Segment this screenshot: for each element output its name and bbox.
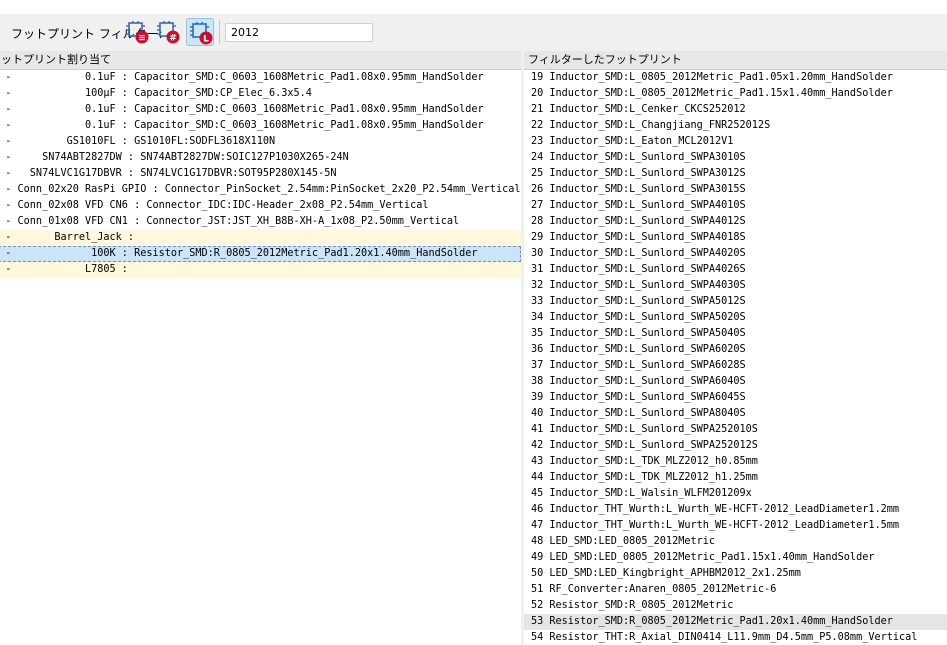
footprint-row[interactable]: 35 Inductor_SMD:L_Sunlord_SWPA5040S	[524, 326, 947, 342]
assignment-row[interactable]: 3 - 0.1uF : Capacitor_SMD:C_0603_1608Met…	[0, 102, 521, 118]
assignment-row[interactable]: 2 - Conn_02x08 VFD CN6 : Connector_IDC:I…	[0, 198, 521, 214]
footprint-row[interactable]: 43 Inductor_SMD:L_TDK_MLZ2012_h0.85mm	[524, 454, 947, 470]
footprint-row[interactable]: 42 Inductor_SMD:L_Sunlord_SWPA252012S	[524, 438, 947, 454]
footprint-row[interactable]: 46 Inductor_THT_Wurth:L_Wurth_WE-HCFT-20…	[524, 502, 947, 518]
filter-by-pin-count-button[interactable]: #	[154, 18, 182, 46]
footprint-row[interactable]: 19 Inductor_SMD:L_0805_2012Metric_Pad1.0…	[524, 70, 947, 86]
assignment-row[interactable]: 4 - Barrel_Jack :	[0, 230, 521, 246]
footprint-row[interactable]: 29 Inductor_SMD:L_Sunlord_SWPA4018S	[524, 230, 947, 246]
footprint-row[interactable]: 47 Inductor_THT_Wurth:L_Wurth_WE-HCFT-20…	[524, 518, 947, 534]
footprint-row[interactable]: 30 Inductor_SMD:L_Sunlord_SWPA4020S	[524, 246, 947, 262]
filtered-footprint-list-header: フィルターしたフットプリント	[524, 51, 947, 70]
footprint-row[interactable]: 37 Inductor_SMD:L_Sunlord_SWPA6028S	[524, 358, 947, 374]
footprint-pincount-icon: #	[157, 21, 180, 44]
footprint-row[interactable]: 24 Inductor_SMD:L_Sunlord_SWPA3010S	[524, 150, 947, 166]
footprint-row[interactable]: 36 Inductor_SMD:L_Sunlord_SWPA6020S	[524, 342, 947, 358]
footprint-row[interactable]: 54 Resistor_THT:R_Axial_DIN0414_L11.9mm_…	[524, 630, 947, 645]
svg-text:≡: ≡	[138, 34, 146, 44]
footprint-library-icon: L	[190, 22, 213, 45]
assignment-row[interactable]: 1 - Conn_02x20 RasPi GPIO : Connector_Pi…	[0, 182, 521, 198]
svg-text:#: #	[169, 34, 177, 44]
assignment-row[interactable]: 1 - L7805 :	[0, 262, 521, 278]
footprint-row[interactable]: 52 Resistor_SMD:R_0805_2012Metric	[524, 598, 947, 614]
assignment-row[interactable]: 1 - 100K : Resistor_SMD:R_0805_2012Metri…	[0, 246, 521, 262]
footprint-keywords-icon: ≡	[126, 21, 149, 44]
assignment-list-header: フットプリント割り当て	[0, 51, 521, 70]
footprint-row[interactable]: 53 Resistor_SMD:R_0805_2012Metric_Pad1.2…	[524, 614, 947, 630]
footprint-row[interactable]: 20 Inductor_SMD:L_0805_2012Metric_Pad1.1…	[524, 86, 947, 102]
symbol-footprint-assignment-list[interactable]: フットプリント割り当て 1 - 0.1uF : Capacitor_SMD:C_…	[0, 51, 521, 645]
assignment-row[interactable]: 1 - SN74ABT2827DW : SN74ABT2827DW:SOIC12…	[0, 150, 521, 166]
assignment-row[interactable]: 1 - GS1010FL : GS1010FL:SODFL3618X110N	[0, 134, 521, 150]
footprint-row[interactable]: 27 Inductor_SMD:L_Sunlord_SWPA4010S	[524, 198, 947, 214]
svg-text:L: L	[203, 35, 209, 45]
footprint-row[interactable]: 28 Inductor_SMD:L_Sunlord_SWPA4012S	[524, 214, 947, 230]
footprint-row[interactable]: 48 LED_SMD:LED_0805_2012Metric	[524, 534, 947, 550]
footprint-row[interactable]: 25 Inductor_SMD:L_Sunlord_SWPA3012S	[524, 166, 947, 182]
assignment-row[interactable]: 4 - 0.1uF : Capacitor_SMD:C_0603_1608Met…	[0, 118, 521, 134]
filter-by-keywords-button[interactable]: ≡	[123, 18, 151, 46]
footprint-row[interactable]: 49 LED_SMD:LED_0805_2012Metric_Pad1.15x1…	[524, 550, 947, 566]
footprint-row[interactable]: 50 LED_SMD:LED_Kingbright_APHBM2012_2x1.…	[524, 566, 947, 582]
footprint-filter-search-input[interactable]	[225, 23, 373, 42]
footprint-filter-toolbar: フットプリント フィルター: ≡ # L	[0, 14, 947, 50]
footprint-row[interactable]: 51 RF_Converter:Anaren_0805_2012Metric-6	[524, 582, 947, 598]
footprint-row[interactable]: 40 Inductor_SMD:L_Sunlord_SWPA8040S	[524, 406, 947, 422]
footprint-row[interactable]: 26 Inductor_SMD:L_Sunlord_SWPA3015S	[524, 182, 947, 198]
footprint-row[interactable]: 44 Inductor_SMD:L_TDK_MLZ2012_h1.25mm	[524, 470, 947, 486]
assignment-row[interactable]: 2 - SN74LVC1G17DBVR : SN74LVC1G17DBVR:SO…	[0, 166, 521, 182]
footprint-row[interactable]: 21 Inductor_SMD:L_Cenker_CKCS252012	[524, 102, 947, 118]
footprint-row[interactable]: 39 Inductor_SMD:L_Sunlord_SWPA6045S	[524, 390, 947, 406]
toolbar-separator	[219, 20, 220, 44]
filter-by-library-button[interactable]: L	[186, 18, 214, 46]
filtered-footprint-list[interactable]: フィルターしたフットプリント 19 Inductor_SMD:L_0805_20…	[524, 51, 947, 645]
assignment-row[interactable]: 3 - Conn_01x08 VFD CN1 : Connector_JST:J…	[0, 214, 521, 230]
footprint-row[interactable]: 23 Inductor_SMD:L_Eaton_MCL2012V1	[524, 134, 947, 150]
footprint-row[interactable]: 32 Inductor_SMD:L_Sunlord_SWPA4030S	[524, 278, 947, 294]
footprint-row[interactable]: 33 Inductor_SMD:L_Sunlord_SWPA5012S	[524, 294, 947, 310]
footprint-row[interactable]: 45 Inductor_SMD:L_Walsin_WLFM201209x	[524, 486, 947, 502]
footprint-row[interactable]: 38 Inductor_SMD:L_Sunlord_SWPA6040S	[524, 374, 947, 390]
assignment-row[interactable]: 2 - 100µF : Capacitor_SMD:CP_Elec_6.3x5.…	[0, 86, 521, 102]
footprint-row[interactable]: 41 Inductor_SMD:L_Sunlord_SWPA252010S	[524, 422, 947, 438]
footprint-row[interactable]: 34 Inductor_SMD:L_Sunlord_SWPA5020S	[524, 310, 947, 326]
footprint-row[interactable]: 31 Inductor_SMD:L_Sunlord_SWPA4026S	[524, 262, 947, 278]
window-top-strip	[0, 0, 947, 14]
assignment-row[interactable]: 1 - 0.1uF : Capacitor_SMD:C_0603_1608Met…	[0, 70, 521, 86]
footprint-row[interactable]: 22 Inductor_SMD:L_Changjiang_FNR252012S	[524, 118, 947, 134]
